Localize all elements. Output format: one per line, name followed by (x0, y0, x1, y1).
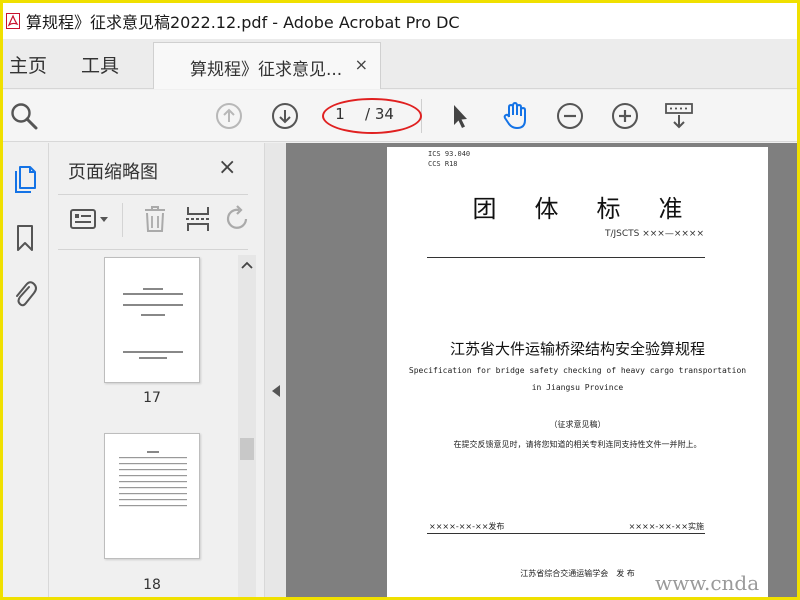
extract-pages-icon[interactable] (182, 203, 214, 235)
title-bar: 算规程》征求意见稿2022.12.pdf - Adobe Acrobat Pro… (3, 3, 797, 39)
toolbar: / 34 (3, 90, 797, 142)
page-thumbnails-panel: 页面缩略图 × 17 18 (50, 143, 263, 597)
ics-code: ICS 93.040 (428, 150, 471, 158)
document-view: ICS 93.040 CCS R18 团体标准 T/JSCTS ×××—××××… (286, 143, 797, 597)
page-number-input[interactable] (325, 102, 355, 126)
site-watermark: www.cnda (655, 571, 760, 595)
panel-title: 页面缩略图 (68, 162, 158, 183)
panel-tool-separator (122, 203, 123, 237)
bookmarks-icon[interactable] (8, 221, 42, 255)
collapse-panel-arrow-icon[interactable] (271, 383, 281, 397)
panel-close-icon[interactable]: × (218, 155, 236, 180)
thumbnail-scrollbar[interactable] (238, 255, 256, 597)
select-cursor-icon[interactable] (443, 100, 475, 132)
issue-date: ××××-××-××发布 (429, 522, 505, 531)
document-title-en-line2: in Jiangsu Province (531, 383, 624, 392)
bottom-rule (427, 533, 705, 534)
thumbnail-page-18[interactable] (104, 433, 200, 559)
document-title-cn: 江苏省大件运输桥梁结构安全验算规程 (449, 340, 705, 358)
ccs-code: CCS R18 (428, 160, 458, 168)
find-icon[interactable] (8, 100, 40, 132)
zoom-in-icon[interactable] (609, 100, 641, 132)
panel-divider-lower (58, 249, 248, 250)
scrollbar-thumb[interactable] (240, 438, 254, 460)
toolbar-separator (421, 99, 422, 133)
nav-home[interactable]: 主页 (9, 51, 47, 78)
document-tab-close-icon[interactable]: × (355, 55, 368, 74)
rotate-page-icon[interactable] (222, 203, 254, 235)
patent-notice: 在提交反馈意见时，请将您知道的相关专利连同支持性文件一并附上。 (453, 440, 702, 449)
implement-date: ××××-××-××实施 (628, 522, 704, 531)
thumbnail-18-content (119, 451, 187, 507)
thumbnail-page-17[interactable] (104, 257, 200, 383)
thumbnail-list: 17 18 (50, 255, 238, 597)
attachments-icon[interactable] (8, 277, 42, 311)
panel-collapse-strip (264, 143, 286, 597)
scroll-up-arrow-icon[interactable] (238, 255, 256, 275)
window-title: 算规程》征求意见稿2022.12.pdf - Adobe Acrobat Pro… (26, 13, 460, 32)
thumbnail-options-icon[interactable] (68, 203, 114, 235)
page-thumbnails-icon[interactable] (8, 163, 42, 197)
nav-tools[interactable]: 工具 (81, 51, 119, 78)
document-tab-label: 算规程》征求意见... (190, 60, 343, 80)
navigation-rail (3, 143, 49, 597)
delete-page-icon[interactable] (138, 203, 172, 235)
page-total: / 34 (365, 105, 394, 123)
tab-bar: 主页 工具 算规程》征求意见... × (3, 39, 797, 89)
next-page-icon[interactable] (269, 100, 301, 132)
standard-code: T/JSCTS ×××—×××× (604, 229, 704, 239)
document-tab[interactable]: 算规程》征求意见... × (153, 42, 381, 89)
panel-divider (58, 194, 248, 195)
draft-status: （征求意见稿） (549, 420, 606, 429)
document-title-en-line1: Specification for bridge safety checking… (408, 366, 747, 375)
hand-tool-icon[interactable] (499, 100, 531, 132)
thumbnail-label: 17 (143, 390, 161, 406)
thumbnail-17-content (123, 288, 183, 359)
pdf-page: ICS 93.040 CCS R18 团体标准 T/JSCTS ×××—××××… (387, 147, 768, 597)
scroll-mode-icon[interactable] (663, 100, 695, 132)
acrobat-app-icon (6, 13, 20, 29)
previous-page-icon[interactable] (213, 100, 245, 132)
acrobat-window: 算规程》征求意见稿2022.12.pdf - Adobe Acrobat Pro… (3, 3, 797, 597)
zoom-out-icon[interactable] (554, 100, 586, 132)
top-rule (427, 257, 705, 258)
standard-type-heading: 团体标准 (472, 195, 721, 223)
thumbnail-label: 18 (143, 577, 161, 593)
